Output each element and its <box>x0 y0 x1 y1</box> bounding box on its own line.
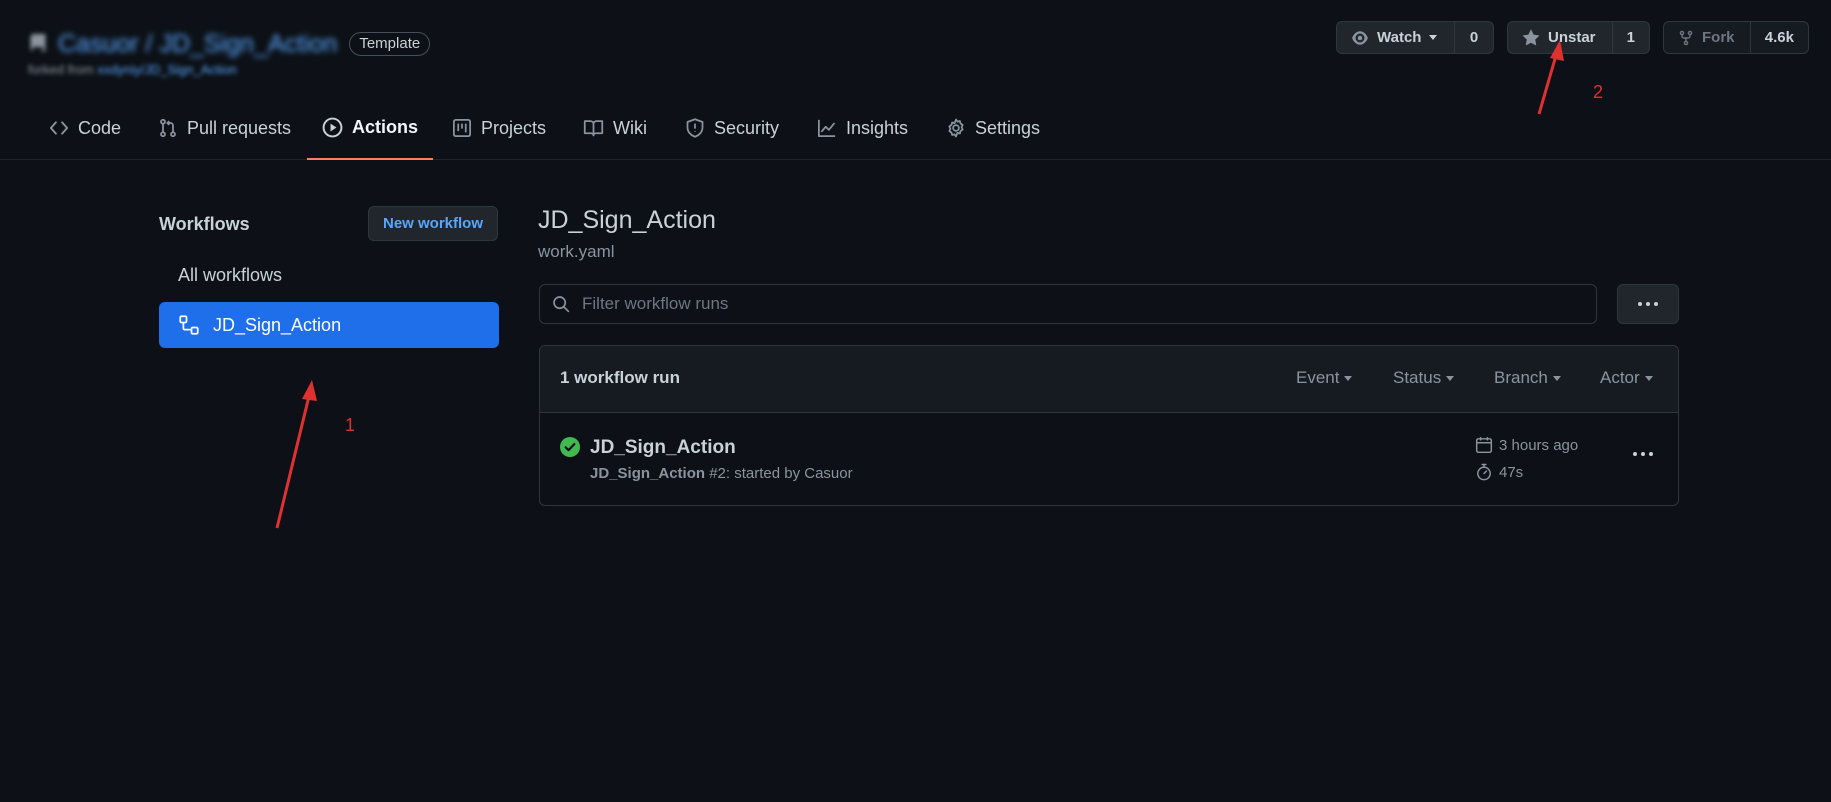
tab-label: Security <box>714 117 780 138</box>
workflow-file-link[interactable]: work.yaml <box>538 242 615 262</box>
tab-label: Code <box>78 117 122 138</box>
table-row[interactable]: JD_Sign_Action JD_Sign_Action #2: starte… <box>540 413 1678 505</box>
workflow-options-button[interactable] <box>1617 284 1679 324</box>
calendar-icon <box>1475 437 1493 454</box>
branch-filter-dropdown[interactable]: Branch <box>1494 368 1561 388</box>
event-filter-dropdown[interactable]: Event <box>1296 368 1353 388</box>
watch-count[interactable]: 0 <box>1455 22 1493 53</box>
tab-code[interactable]: Code <box>49 96 121 160</box>
new-workflow-button[interactable]: New workflow <box>368 206 498 241</box>
kebab-horizontal-icon <box>1638 302 1658 306</box>
forked-source-link[interactable]: xxdyniy/JD_Sign_Action <box>97 62 236 77</box>
tab-security[interactable]: Security <box>685 96 779 160</box>
repo-owner-link[interactable]: Casuor <box>58 30 139 58</box>
tab-label: Insights <box>846 117 909 138</box>
tab-pull-requests[interactable]: Pull requests <box>158 96 291 160</box>
stopwatch-icon <box>1477 463 1491 481</box>
kebab-horizontal-icon <box>1633 452 1653 456</box>
status-filter-dropdown[interactable]: Status <box>1393 368 1455 388</box>
filter-label: Branch <box>1494 368 1548 387</box>
run-workflow-name: JD_Sign_Action <box>590 465 706 482</box>
repo-title[interactable]: Casuor / JD_Sign_Action <box>58 30 337 59</box>
workflow-label: JD_Sign_Action <box>213 314 342 335</box>
tab-label: Actions <box>351 116 418 137</box>
tab-label: Wiki <box>613 117 647 138</box>
fork-count[interactable]: 4.6k <box>1751 22 1808 53</box>
tab-label: Settings <box>975 117 1041 138</box>
check-circle-fill-icon <box>560 437 580 457</box>
tab-label: Pull requests <box>187 117 292 138</box>
tab-insights[interactable]: Insights <box>817 96 908 160</box>
filter-label: Status <box>1393 368 1442 387</box>
gear-icon <box>948 118 964 138</box>
annotation-label-1: 1 <box>345 415 356 435</box>
run-duration-text: 47s <box>1499 463 1524 481</box>
run-title-link[interactable]: JD_Sign_Action <box>590 437 736 459</box>
shield-icon <box>686 118 704 138</box>
tab-settings[interactable]: Settings <box>946 96 1040 160</box>
sidebar-title: Workflows <box>159 214 250 234</box>
run-count: 1 workflow run <box>560 368 680 387</box>
watch-label: Watch <box>1377 29 1422 46</box>
chevron-down-icon <box>1344 375 1353 381</box>
star-icon <box>1522 28 1540 45</box>
sidebar-item-jd-sign-action[interactable]: JD_Sign_Action <box>159 302 499 348</box>
watch-button-group: Watch 0 <box>1336 21 1494 54</box>
repo-nav-tabs: Code Pull requests Actions Projects Wiki… <box>0 96 1831 160</box>
forked-prefix: forked from <box>28 62 94 77</box>
annotation-label-2: 2 <box>1593 82 1604 102</box>
unstar-label: Unstar <box>1548 29 1596 46</box>
run-time: 3 hours ago <box>1475 436 1578 454</box>
repo-separator: / <box>145 29 153 58</box>
fork-button[interactable]: Fork <box>1664 22 1751 53</box>
fork-button-group: Fork 4.6k <box>1663 21 1809 54</box>
filter-field[interactable] <box>539 284 1597 324</box>
repo-icon <box>30 34 46 52</box>
run-duration: 47s <box>1475 463 1523 481</box>
run-subtitle: JD_Sign_Action #2: started by Casuor <box>590 465 853 482</box>
workflow-runs-table: 1 workflow run Event Status Branch Actor… <box>539 345 1679 506</box>
workflow-title: JD_Sign_Action <box>538 206 716 234</box>
graph-icon <box>818 119 836 137</box>
tab-wiki[interactable]: Wiki <box>583 96 647 160</box>
filter-workflow-runs-input[interactable] <box>580 293 1596 315</box>
chevron-down-icon <box>1446 375 1455 381</box>
chevron-down-icon <box>1552 375 1561 381</box>
star-count[interactable]: 1 <box>1613 22 1649 53</box>
annotation-arrowhead-1 <box>302 380 317 401</box>
run-options-button[interactable] <box>1625 439 1661 469</box>
fork-icon <box>1679 30 1693 45</box>
fork-label: Fork <box>1702 29 1735 46</box>
tab-label: Projects <box>481 117 547 138</box>
search-icon <box>553 296 570 313</box>
play-icon <box>322 117 343 137</box>
book-icon <box>583 120 604 137</box>
actor-filter-dropdown[interactable]: Actor <box>1600 368 1653 388</box>
filter-label: Actor <box>1600 368 1640 387</box>
project-icon <box>453 119 471 137</box>
tab-actions[interactable]: Actions <box>307 96 433 160</box>
runs-table-header: 1 workflow run Event Status Branch Actor <box>540 346 1678 413</box>
run-time-text: 3 hours ago <box>1499 436 1579 454</box>
filter-label: Event <box>1296 368 1340 387</box>
watch-button[interactable]: Watch <box>1337 22 1455 53</box>
code-icon <box>49 121 69 135</box>
tab-projects[interactable]: Projects <box>452 96 546 160</box>
workflow-icon <box>179 315 199 335</box>
annotation-arrow-1 <box>275 391 312 529</box>
pull-request-icon <box>160 118 176 138</box>
template-badge: Template <box>349 32 431 56</box>
sidebar-item-all-workflows[interactable]: All workflows <box>178 265 282 286</box>
forked-from: forked from xxdyniy/JD_Sign_Action <box>28 62 237 77</box>
run-detail: #2: started by Casuor <box>709 465 853 482</box>
repo-header: Casuor / JD_Sign_Action Template <box>28 24 431 64</box>
chevron-down-icon <box>1429 35 1438 40</box>
repo-name-link[interactable]: JD_Sign_Action <box>159 30 337 58</box>
eye-icon <box>1352 30 1368 45</box>
chevron-down-icon <box>1644 375 1653 381</box>
star-button-group: Unstar 1 <box>1507 21 1650 54</box>
unstar-button[interactable]: Unstar <box>1508 22 1613 53</box>
